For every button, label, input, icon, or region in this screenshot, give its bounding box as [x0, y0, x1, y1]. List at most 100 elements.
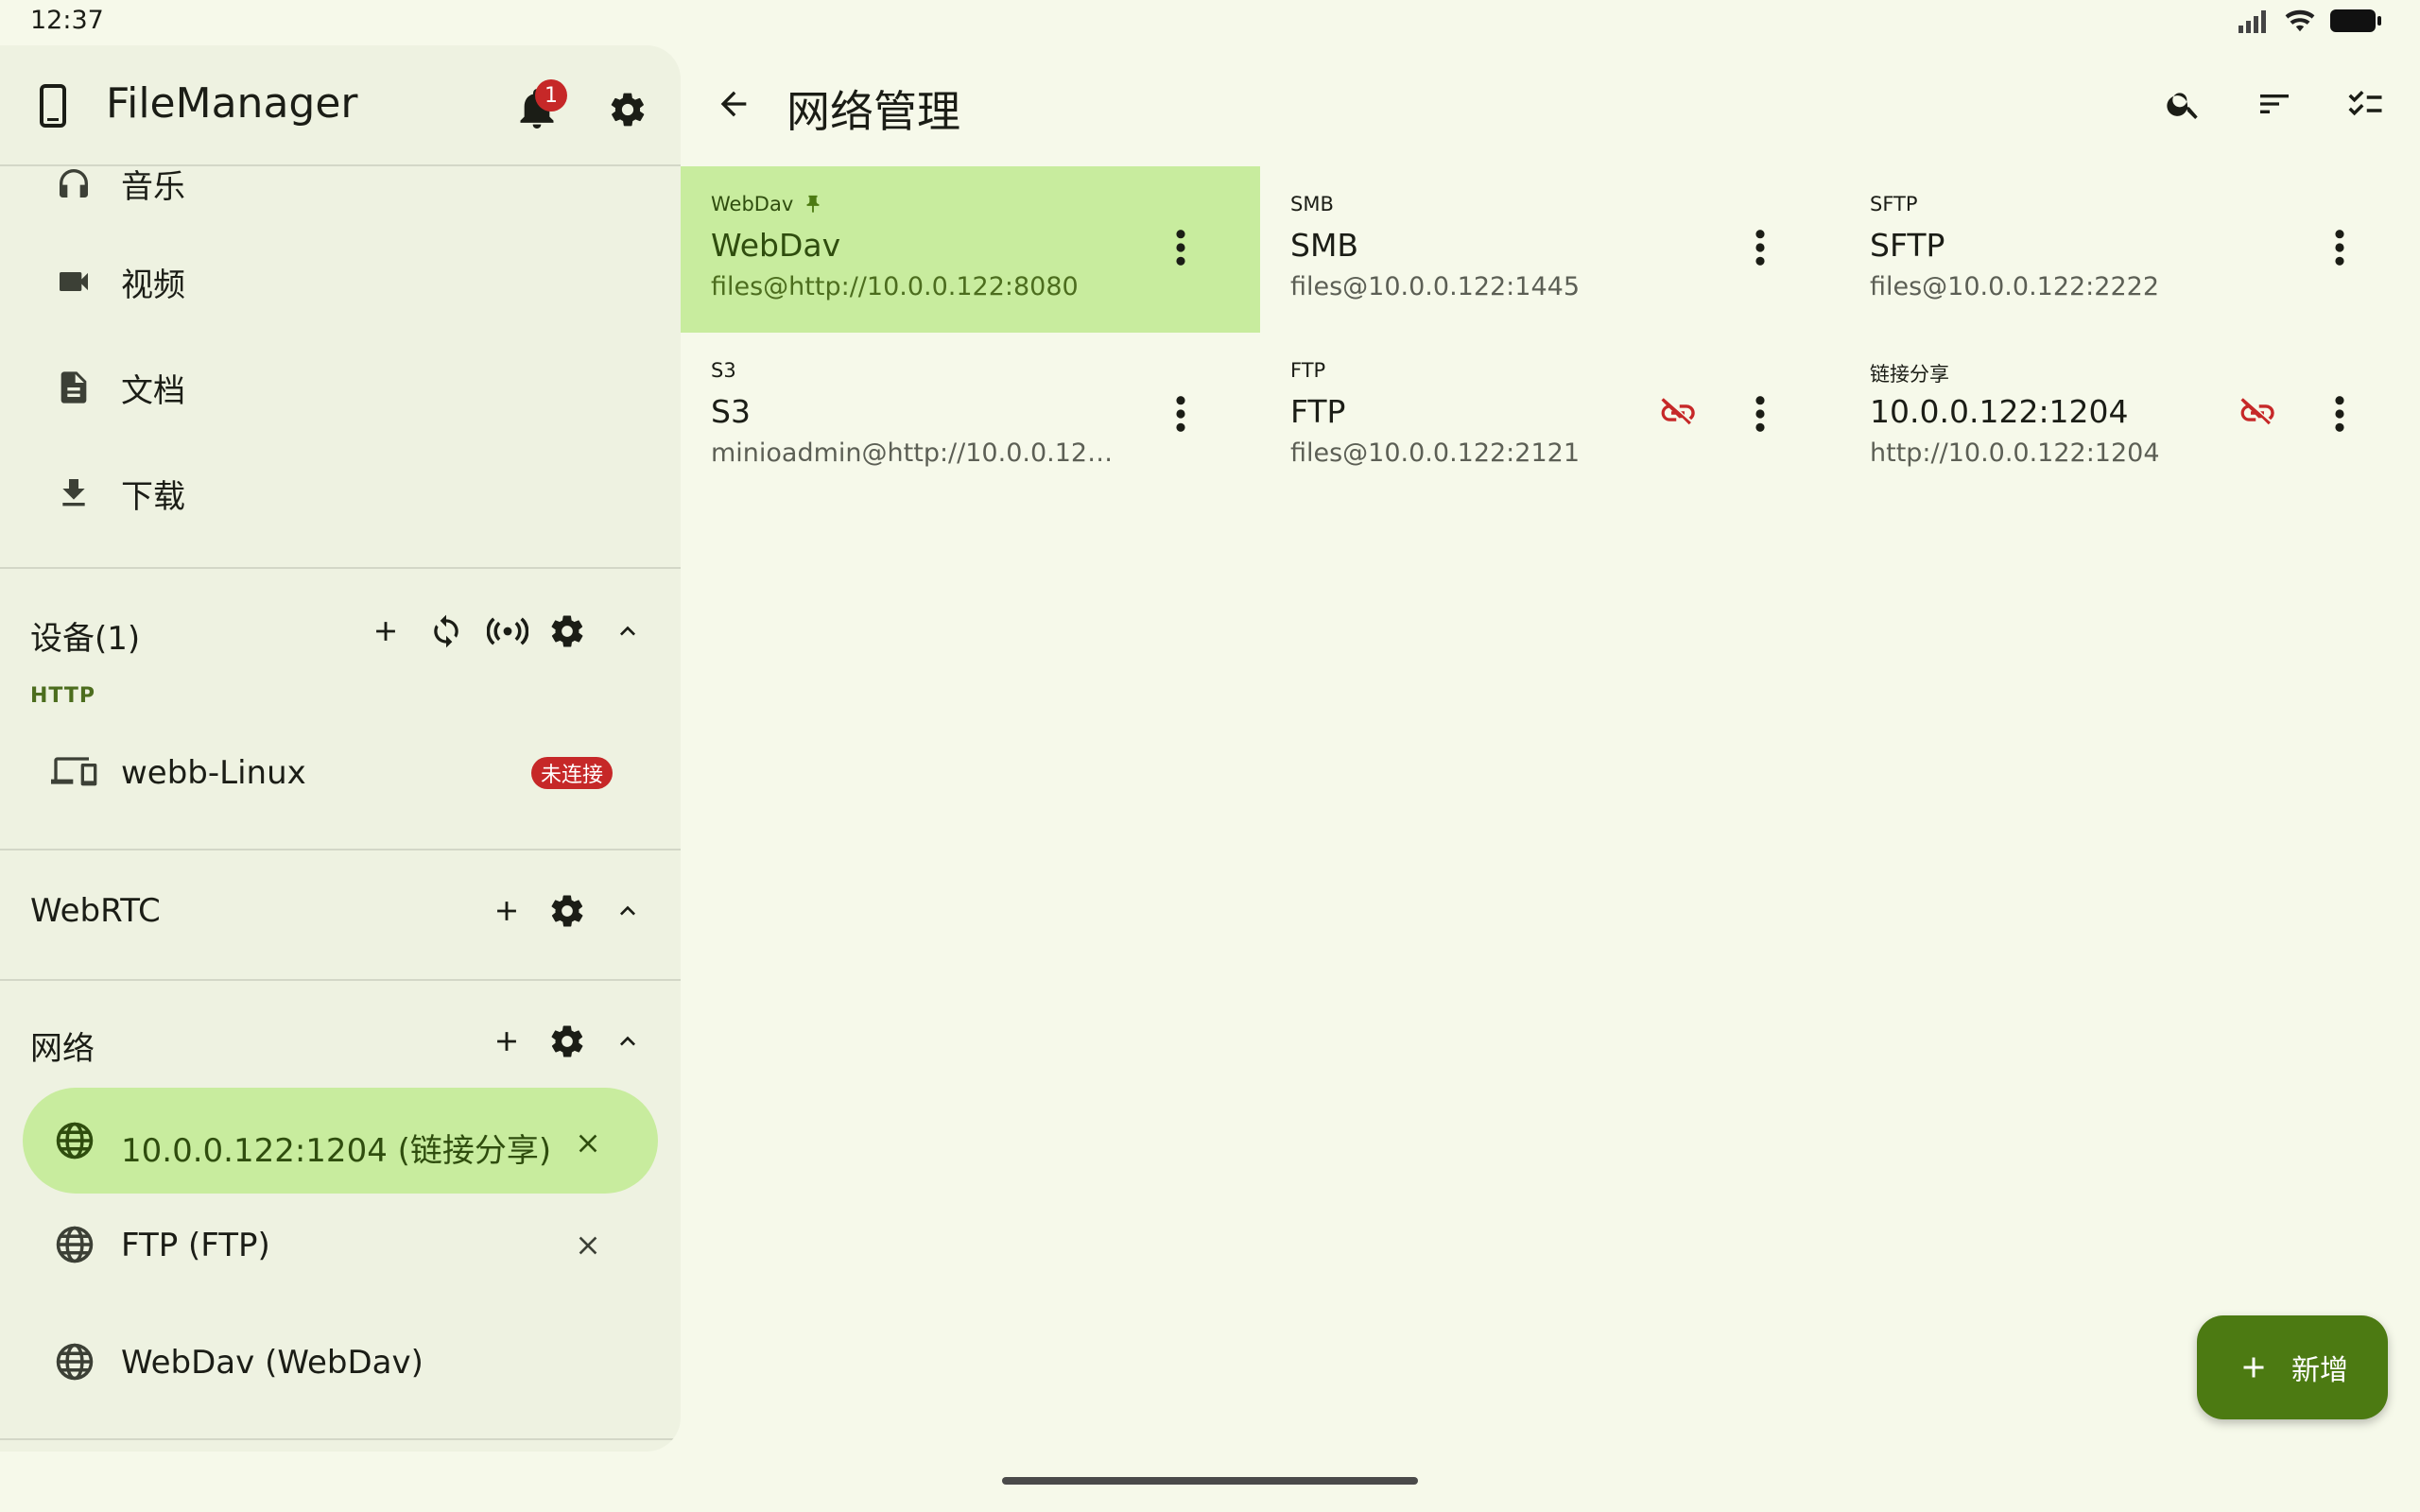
globe-icon	[55, 1342, 95, 1382]
sync-button[interactable]	[424, 609, 469, 654]
plus-icon	[2243, 1357, 2264, 1378]
protocol-text: FTP	[1290, 359, 1326, 382]
network-item-label: WebDav (WebDav)	[121, 1344, 424, 1382]
add-device-button[interactable]	[363, 609, 408, 654]
close-icon[interactable]	[563, 1119, 613, 1168]
connection-card-ftp[interactable]: FTP FTP files@10.0.0.122:2121	[1260, 333, 1840, 499]
protocol-text: S3	[711, 359, 736, 382]
phone-icon	[30, 83, 76, 129]
home-indicator[interactable]	[1002, 1477, 1418, 1485]
sort-icon	[2260, 94, 2289, 113]
connection-address: files@10.0.0.122:2121	[1290, 438, 1580, 468]
devices-icon	[51, 754, 98, 792]
collapse-devices-button[interactable]	[605, 609, 650, 654]
document-icon	[55, 369, 93, 406]
drawer-header: FileManager 1	[0, 45, 681, 166]
settings-button[interactable]	[601, 83, 654, 136]
webrtc-section-title: WebRTC	[30, 892, 161, 930]
more-vert-icon[interactable]	[2321, 219, 2359, 276]
gear-icon	[611, 93, 645, 127]
connection-address: minioadmin@http://10.0.0.122:...	[711, 438, 1117, 468]
network-settings-button[interactable]	[544, 1019, 590, 1064]
protocol-label: FTP	[1290, 359, 1325, 382]
devices-settings-button[interactable]	[544, 609, 590, 654]
arrow-back-icon	[720, 91, 747, 117]
connection-address: http://10.0.0.122:1204	[1870, 438, 2160, 468]
more-vert-icon[interactable]	[1741, 219, 1779, 276]
collapse-webrtc-button[interactable]	[605, 888, 650, 934]
nav-item-documents[interactable]: 文档	[0, 340, 681, 435]
connection-address: files@http://10.0.0.122:8080	[711, 272, 1079, 301]
link-off-icon[interactable]	[2238, 393, 2277, 433]
download-icon	[55, 474, 93, 512]
divider	[0, 849, 681, 850]
select-all-button[interactable]	[2341, 79, 2390, 129]
status-time: 12:37	[30, 6, 104, 35]
divider	[0, 1438, 681, 1440]
search-button[interactable]	[2159, 79, 2208, 129]
search-icon	[2167, 93, 2198, 119]
add-network-button[interactable]	[484, 1019, 529, 1064]
plus-icon	[497, 902, 516, 920]
status-badge: 未连接	[531, 757, 613, 789]
protocol-label: 链接分享	[1870, 359, 1949, 387]
connection-name: SFTP	[1870, 227, 1945, 264]
connection-card-smb[interactable]: SMB SMB files@10.0.0.122:1445	[1260, 166, 1840, 333]
gear-icon	[551, 615, 583, 647]
plus-icon	[376, 622, 395, 641]
nav-item-label: 下载	[121, 478, 185, 516]
connection-card-sftp[interactable]: SFTP SFTP files@10.0.0.122:2222	[1840, 166, 2419, 333]
network-item-label: FTP (FTP)	[121, 1227, 270, 1264]
broadcast-button[interactable]	[482, 609, 533, 654]
network-item-webdav[interactable]: WebDav (WebDav)	[0, 1315, 681, 1410]
connection-name: S3	[711, 393, 751, 430]
connection-name: WebDav	[711, 227, 841, 264]
connection-address: files@10.0.0.122:2222	[1870, 272, 2159, 301]
device-name: webb-Linux	[121, 754, 306, 792]
connection-card-s3[interactable]: S3 S3 minioadmin@http://10.0.0.122:...	[681, 333, 1260, 499]
more-vert-icon[interactable]	[1162, 219, 1200, 276]
broadcast-icon	[487, 617, 528, 645]
more-vert-icon[interactable]	[1162, 386, 1200, 442]
add-webrtc-button[interactable]	[484, 888, 529, 934]
app-title: FileManager	[106, 79, 358, 128]
more-vert-icon[interactable]	[2321, 386, 2359, 442]
protocol-label: SMB	[1290, 193, 1334, 215]
nav-item-downloads[interactable]: 下载	[0, 446, 681, 541]
devices-subtitle: HTTP	[30, 684, 96, 708]
connection-card-link-share[interactable]: 链接分享 10.0.0.122:1204 http://10.0.0.122:1…	[1840, 333, 2419, 499]
devices-section-title: 设备(1)	[30, 620, 141, 658]
headphones-icon	[55, 164, 93, 202]
battery-icon	[2330, 9, 2381, 32]
nav-item-label: 文档	[121, 372, 185, 410]
network-section-title: 网络	[30, 1030, 95, 1068]
connection-name: FTP	[1290, 393, 1346, 430]
gear-icon	[551, 895, 583, 927]
link-off-icon[interactable]	[1658, 393, 1698, 433]
nav-item-video[interactable]: 视频	[0, 234, 681, 329]
network-item-link-share[interactable]: 10.0.0.122:1204 (链接分享)	[0, 1094, 681, 1189]
protocol-text: SMB	[1290, 193, 1334, 215]
sort-button[interactable]	[2250, 79, 2299, 129]
connection-name: 10.0.0.122:1204	[1870, 393, 2129, 430]
back-button[interactable]	[709, 79, 758, 129]
add-connection-button[interactable]: 新增	[2197, 1315, 2388, 1419]
more-vert-icon[interactable]	[1741, 386, 1779, 442]
protocol-label: S3	[711, 359, 736, 382]
globe-icon	[55, 1121, 95, 1160]
close-icon[interactable]	[563, 1221, 613, 1270]
divider	[0, 979, 681, 981]
collapse-network-button[interactable]	[605, 1019, 650, 1064]
fab-label: 新增	[2291, 1354, 2348, 1387]
notification-badge: 1	[535, 79, 567, 112]
connection-card-webdav[interactable]: WebDav WebDav files@http://10.0.0.122:80…	[681, 166, 1260, 333]
divider	[0, 567, 681, 569]
webrtc-settings-button[interactable]	[544, 888, 590, 934]
chevron-up-icon	[620, 1036, 635, 1046]
connection-address: files@10.0.0.122:1445	[1290, 272, 1580, 301]
gear-icon	[551, 1025, 583, 1057]
connection-name: SMB	[1290, 227, 1359, 264]
protocol-text: SFTP	[1870, 193, 1918, 215]
network-item-ftp[interactable]: FTP (FTP)	[0, 1198, 681, 1293]
nav-item-label: 视频	[121, 266, 185, 304]
